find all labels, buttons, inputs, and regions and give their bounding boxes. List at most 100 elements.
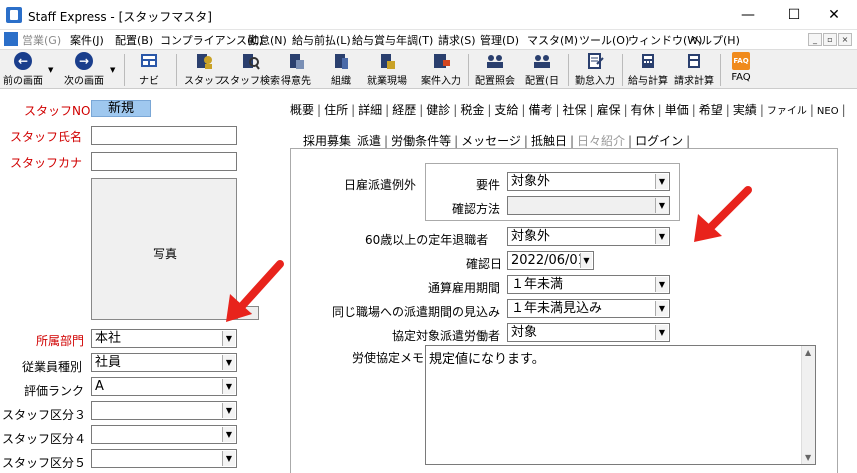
client-button[interactable]: 得意先: [276, 52, 316, 88]
menu-payroll[interactable]: 給与賞与年調(T): [352, 32, 433, 48]
subtab-login[interactable]: ログイン: [632, 132, 686, 149]
rank-select[interactable]: A ▼: [91, 377, 237, 396]
tab-tax[interactable]: 税金: [457, 101, 487, 118]
menu-sales[interactable]: 営業(G): [22, 32, 61, 48]
chevron-down-icon: ▼: [222, 355, 235, 370]
tab-unit-price[interactable]: 単価: [662, 101, 692, 118]
staff-kana-input[interactable]: [91, 152, 237, 171]
billing-calc-button[interactable]: 請求計算: [672, 52, 716, 88]
confirm-date-picker[interactable]: 2022/06/01 ▼: [507, 251, 594, 270]
confirm-method-select[interactable]: ▼: [507, 196, 670, 215]
tab-notes[interactable]: 備考: [525, 101, 555, 118]
mdi-close-button[interactable]: ×: [838, 33, 852, 46]
payroll-calc-label: 給与計算: [628, 76, 668, 87]
tab-results[interactable]: 実績: [730, 101, 760, 118]
mdi-restore-button[interactable]: ▫: [823, 33, 837, 46]
mdi-minimize-button[interactable]: _: [808, 33, 822, 46]
staff-label: スタッフ: [184, 76, 224, 87]
menu-master[interactable]: マスタ(M): [527, 32, 578, 48]
requirement-label: 要件: [476, 178, 501, 192]
next-screen-label: 次の画面: [64, 76, 104, 87]
menu-help[interactable]: ヘルプ(H): [690, 32, 740, 48]
toolbar-separator: [176, 54, 177, 86]
navi-button[interactable]: ナビ: [132, 52, 166, 88]
menu-placement[interactable]: 配置(B): [115, 32, 153, 48]
payroll-calc-button[interactable]: 給与計算: [626, 52, 670, 88]
agreement-select[interactable]: 対象 ▼: [507, 323, 670, 342]
tab-history[interactable]: 経歴: [389, 101, 419, 118]
subtab-daily-intro[interactable]: 日々紹介: [574, 132, 628, 149]
menu-advance-pay[interactable]: 給与前払(L): [292, 32, 351, 48]
menu-case[interactable]: 案件(J): [70, 32, 104, 48]
requirement-select[interactable]: 対象外 ▼: [507, 172, 670, 191]
chevron-down-icon: ▼: [222, 379, 235, 394]
sunday-dispatch-label: 日雇派遣例外: [344, 178, 417, 192]
expected-period-select[interactable]: １年未満見込み ▼: [507, 299, 670, 318]
subtab-conflict-date[interactable]: 抵触日: [528, 132, 570, 149]
org-button[interactable]: 組織: [324, 52, 358, 88]
chevron-down-icon: ▼: [222, 403, 235, 418]
staff-no-label: スタッフNO: [24, 104, 91, 118]
emp-type-label: 従業員種別: [22, 360, 83, 374]
chevron-down-icon: ▼: [222, 427, 235, 442]
worksite-label: 就業現場: [367, 76, 407, 87]
tab-details[interactable]: 詳細: [355, 101, 385, 118]
prev-screen-button[interactable]: ← 前の画面: [2, 52, 44, 88]
scroll-down-icon[interactable]: ▼: [805, 453, 811, 462]
case-input-button[interactable]: 案件入力: [418, 52, 464, 88]
tab-preferences[interactable]: 希望: [696, 101, 726, 118]
next-screen-button[interactable]: → 次の画面: [60, 52, 108, 88]
memo-scrollbar[interactable]: ▲ ▼: [801, 346, 815, 464]
tab-payment[interactable]: 支給: [491, 101, 521, 118]
next-dropdown-icon[interactable]: ▼: [110, 66, 115, 74]
tab-employment-insurance[interactable]: 雇保: [594, 101, 624, 118]
subtab-labor-conditions[interactable]: 労働条件等: [388, 132, 454, 149]
case-input-label: 案件入力: [421, 76, 461, 87]
worksite-button[interactable]: 就業現場: [364, 52, 410, 88]
tab-checkup[interactable]: 健診: [423, 101, 453, 118]
staff-icon: [197, 54, 212, 69]
cat3-select[interactable]: ▼: [91, 401, 237, 420]
subtab-recruitment[interactable]: 採用募集: [300, 132, 354, 149]
menu-tools[interactable]: ツール(O): [579, 32, 629, 48]
tab-paid-leave[interactable]: 有休: [628, 101, 658, 118]
staff-name-input[interactable]: [91, 126, 237, 145]
cat5-select[interactable]: ▼: [91, 449, 237, 468]
toolbar-separator: [622, 54, 623, 86]
subtab-dispatch[interactable]: 派遣: [354, 132, 385, 149]
menu-admin[interactable]: 管理(D): [480, 32, 519, 48]
faq-button[interactable]: FAQ FAQ: [726, 52, 756, 88]
cat4-select[interactable]: ▼: [91, 425, 237, 444]
placement-inquiry-icon: [487, 55, 503, 68]
chevron-down-icon: ▼: [655, 277, 668, 292]
tab-files[interactable]: ファイル: [764, 102, 810, 117]
tab-address[interactable]: 住所: [321, 101, 351, 118]
menu-attendance[interactable]: 勤怠(N): [248, 32, 287, 48]
requirement-value: 対象外: [511, 174, 551, 189]
retiree60-select[interactable]: 対象外 ▼: [507, 227, 670, 246]
confirm-method-label: 確認方法: [452, 202, 501, 216]
scroll-up-icon[interactable]: ▲: [805, 348, 811, 357]
staff-search-button[interactable]: スタッフ検索: [220, 52, 280, 88]
photo-box[interactable]: 写真: [91, 178, 237, 320]
minimize-button[interactable]: —: [725, 0, 771, 30]
document-icon: [4, 32, 18, 46]
tab-neo[interactable]: NEO: [814, 106, 842, 117]
prev-dropdown-icon[interactable]: ▼: [48, 66, 53, 74]
total-period-value: １年未満: [511, 277, 564, 292]
emp-type-select[interactable]: 社員 ▼: [91, 353, 237, 372]
dept-select[interactable]: 本社 ▼: [91, 329, 237, 348]
close-button[interactable]: ✕: [811, 0, 857, 30]
faq-label: FAQ: [731, 72, 751, 83]
tab-social-insurance[interactable]: 社保: [560, 101, 590, 118]
placement-inquiry-button[interactable]: 配置照会: [472, 52, 518, 88]
toolbar-separator: [720, 54, 721, 86]
tab-overview[interactable]: 概要: [287, 101, 317, 118]
subtab-message[interactable]: メッセージ: [458, 132, 524, 149]
menu-billing[interactable]: 請求(S): [438, 32, 476, 48]
memo-textarea[interactable]: 規定値になります。: [425, 345, 816, 465]
placement-day-button[interactable]: 配置(日: [520, 52, 564, 88]
attendance-input-button[interactable]: 勤怠入力: [572, 52, 618, 88]
chevron-down-icon: ▼: [655, 325, 668, 340]
total-period-select[interactable]: １年未満 ▼: [507, 275, 670, 294]
